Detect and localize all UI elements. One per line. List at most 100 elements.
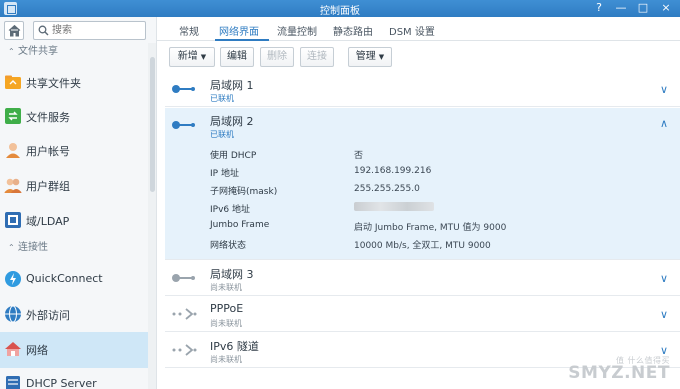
tab-static-route[interactable]: 静态路由 — [333, 23, 373, 38]
tab-dsm-settings[interactable]: DSM 设置 — [389, 23, 435, 38]
interface-row-lan1[interactable]: 局域网 1 已联机 ∨ — [165, 72, 680, 107]
chevron-down-icon[interactable]: ∨ — [660, 272, 668, 285]
interface-name: PPPoE — [210, 302, 244, 315]
sidebar-item-label: DHCP Server — [26, 377, 97, 389]
interface-status: 已联机 — [210, 130, 234, 139]
interface-row-lan2[interactable]: 局域网 2 已联机 ∧ 使用 DHCP 否 IP 地址 192.168.199.… — [165, 108, 680, 260]
chevron-up-icon[interactable]: ∧ — [660, 117, 668, 130]
detail-value: 255.255.255.0 — [354, 184, 420, 194]
sidebar-item-file-services[interactable]: 文件服务 — [0, 99, 148, 135]
sidebar-item-group[interactable]: 用户群组 — [0, 168, 148, 204]
interface-name: 局域网 1 — [210, 79, 254, 92]
domain-icon — [5, 212, 21, 228]
chevron-up-icon: ⌃ — [8, 47, 15, 56]
delete-button[interactable]: 删除 — [260, 47, 294, 67]
interface-status: 尚未联机 — [210, 355, 242, 364]
globe-icon — [5, 305, 21, 323]
watermark-sub: 值 什么值得买 — [615, 356, 670, 365]
title-bar: 控制面板 ? — □ × — [0, 0, 680, 17]
sidebar-item-label: QuickConnect — [26, 272, 103, 285]
sidebar-scrollbar-thumb[interactable] — [150, 57, 155, 192]
file-services-icon — [5, 108, 21, 124]
detail-value: 192.168.199.216 — [354, 166, 432, 176]
home-button[interactable] — [4, 21, 24, 40]
tab-bar: 常规 网络界面 流量控制 静态路由 DSM 设置 — [157, 17, 680, 41]
sidebar-item-shared-folder[interactable]: 共享文件夹 — [0, 65, 148, 101]
caret-down-icon: ▼ — [200, 53, 207, 61]
sidebar: ⌃文件共享 共享文件夹 文件服务 用户帐号 用户群组 — [0, 17, 157, 389]
sidebar-item-label: 用户帐号 — [26, 145, 70, 158]
network-home-icon — [5, 342, 21, 356]
detail-value-redacted — [354, 202, 434, 214]
close-button[interactable]: × — [659, 1, 673, 15]
sidebar-item-label: 用户群组 — [26, 180, 70, 193]
pppoe-link-icon — [172, 308, 197, 320]
minimize-button[interactable]: — — [614, 1, 628, 15]
detail-value: 启动 Jumbo Frame, MTU 值为 9000 — [354, 223, 507, 233]
chevron-up-icon: ⌃ — [8, 243, 15, 252]
shared-folder-icon — [5, 75, 21, 89]
detail-value: 否 — [354, 151, 364, 161]
group-icon — [4, 178, 22, 193]
tab-network-interface[interactable]: 网络界面 — [219, 23, 259, 38]
interface-row-pppoe[interactable]: PPPoE 尚未联机 ∨ — [165, 297, 680, 332]
search-icon — [38, 25, 49, 36]
quickconnect-icon — [5, 271, 21, 287]
detail-key: 使用 DHCP — [210, 151, 257, 161]
sidebar-item-dhcp-server[interactable]: DHCP Server — [0, 367, 148, 389]
sidebar-item-label: 网络 — [26, 344, 48, 357]
sidebar-item-label: 共享文件夹 — [26, 77, 81, 90]
search-input[interactable] — [52, 23, 142, 38]
detail-value: 10000 Mb/s, 全双工, MTU 9000 — [354, 241, 491, 251]
interface-status: 尚未联机 — [210, 283, 242, 292]
sidebar-item-user[interactable]: 用户帐号 — [0, 133, 148, 169]
interface-row-lan3[interactable]: 局域网 3 尚未联机 ∨ — [165, 261, 680, 296]
section-file-sharing[interactable]: ⌃ 文件共享 — [0, 43, 150, 61]
detail-key: IP 地址 — [210, 169, 239, 179]
search-box[interactable] — [33, 21, 146, 40]
detail-key: IPv6 地址 — [210, 205, 250, 215]
tab-general[interactable]: 常规 — [179, 23, 199, 38]
disconnected-link-icon — [172, 274, 195, 282]
sidebar-item-external-access[interactable]: 外部访问 — [0, 297, 148, 333]
sidebar-item-domain-ldap[interactable]: 域/LDAP — [0, 203, 148, 239]
chevron-down-icon[interactable]: ∨ — [660, 83, 668, 96]
interface-status: 尚未联机 — [210, 319, 242, 328]
main-panel: 常规 网络界面 流量控制 静态路由 DSM 设置 新增 ▼ 编辑 删除 连接 管理… — [157, 17, 680, 389]
interface-status: 已联机 — [210, 94, 234, 103]
sidebar-item-label: 文件服务 — [26, 111, 70, 124]
sidebar-item-network[interactable]: 网络 — [0, 332, 148, 368]
tunnel-link-icon — [172, 344, 197, 356]
detail-key: 子网掩码(mask) — [210, 187, 278, 197]
sidebar-topbar — [0, 17, 156, 43]
interface-name: 局域网 3 — [210, 268, 254, 281]
sidebar-item-quickconnect[interactable]: QuickConnect — [0, 262, 148, 298]
home-icon — [8, 24, 21, 37]
toolbar: 新增 ▼ 编辑 删除 连接 管理 ▼ — [157, 47, 680, 69]
connect-button[interactable]: 连接 — [300, 47, 334, 67]
interface-name: IPv6 隧道 — [210, 340, 259, 353]
manage-button[interactable]: 管理 ▼ — [348, 47, 392, 67]
section-connectivity[interactable]: ⌃ 连接性 — [0, 239, 150, 257]
active-tab-indicator — [215, 39, 269, 41]
sidebar-item-label: 外部访问 — [26, 309, 70, 322]
watermark: 值 什么值得买 SMYZ.NET — [568, 356, 670, 383]
window-title: 控制面板 — [320, 6, 360, 17]
redacted-ipv6 — [354, 202, 434, 211]
sidebar-item-label: 域/LDAP — [26, 215, 70, 228]
detail-key: 网络状态 — [210, 241, 247, 251]
tab-traffic-control[interactable]: 流量控制 — [277, 23, 317, 38]
caret-down-icon: ▼ — [378, 53, 385, 61]
watermark-text: SMYZ.NET — [568, 363, 670, 383]
maximize-button[interactable]: □ — [636, 1, 650, 15]
dhcp-server-icon — [6, 376, 20, 389]
detail-key: Jumbo Frame — [210, 220, 270, 230]
interface-name: 局域网 2 — [210, 115, 254, 128]
chevron-down-icon[interactable]: ∨ — [660, 308, 668, 321]
help-button[interactable]: ? — [592, 1, 606, 15]
create-button[interactable]: 新增 ▼ — [169, 47, 215, 67]
connected-link-icon — [172, 121, 195, 129]
connected-link-icon — [172, 85, 195, 93]
edit-button[interactable]: 编辑 — [220, 47, 254, 67]
user-icon — [6, 143, 20, 158]
